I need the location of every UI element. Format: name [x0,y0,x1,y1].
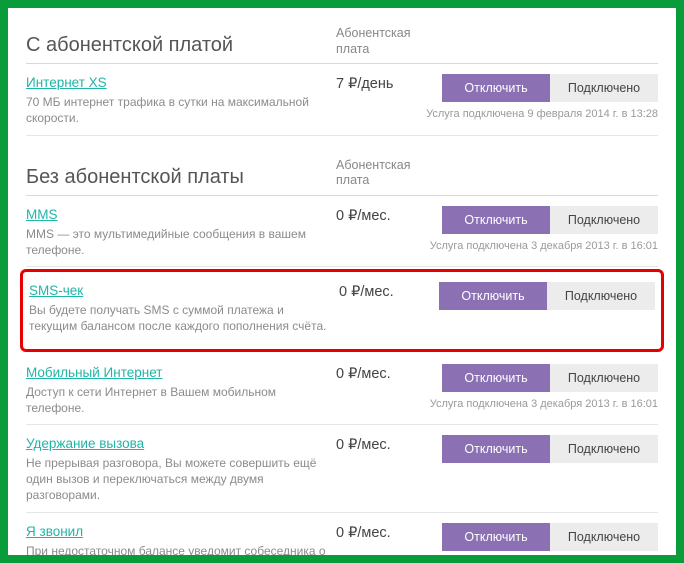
button-row: Отключить Подключено [439,282,655,310]
service-description: Не прерывая разговора, Вы можете соверши… [26,455,328,504]
connected-status: Подключено [550,206,658,234]
service-link-i-called[interactable]: Я звонил [26,524,83,539]
service-info: Удержание вызова Не прерывая разговора, … [26,435,336,504]
service-row: Мобильный Интернет Доступ к сети Интерне… [26,354,658,425]
service-actions: Отключить Подключено [426,523,658,551]
app-frame: С абонентской платой Абонентская плата И… [0,0,684,563]
section-title-free: Без абонентской платы [26,166,336,189]
service-row-highlighted: SMS-чек Вы будете получать SMS с суммой … [20,269,664,351]
service-actions: Отключить Подключено [426,435,658,463]
service-price: 7 ₽/день [336,74,426,92]
service-info: Мобильный Интернет Доступ к сети Интерне… [26,364,336,416]
section-header-free: Без абонентской платы Абонентская плата [26,150,658,196]
connection-note: Услуга подключена 3 декабря 2013 г. в 16… [430,398,658,410]
service-link-call-hold[interactable]: Удержание вызова [26,436,144,451]
service-link-internet-xs[interactable]: Интернет XS [26,75,107,90]
service-link-sms-chek[interactable]: SMS-чек [29,283,83,298]
connection-note: Услуга подключена 3 декабря 2013 г. в 16… [430,240,658,252]
connected-status: Подключено [547,282,655,310]
service-info: SMS-чек Вы будете получать SMS с суммой … [29,282,339,334]
service-actions: Отключить Подключено Услуга подключена 9… [426,74,658,120]
disconnect-button[interactable]: Отключить [442,364,550,392]
disconnect-button[interactable]: Отключить [442,523,550,551]
service-actions: Отключить Подключено Услуга подключена 3… [426,364,658,410]
connected-status: Подключено [550,74,658,102]
disconnect-button[interactable]: Отключить [442,74,550,102]
service-price: 0 ₽/мес. [336,435,426,453]
price-column-header: Абонентская плата [336,26,426,57]
section-title-paid: С абонентской платой [26,34,336,57]
service-info: MMS MMS — это мультимедийные сообщения в… [26,206,336,258]
disconnect-button[interactable]: Отключить [442,435,550,463]
service-description: MMS — это мультимедийные сообщения в ваш… [26,226,328,258]
service-price: 0 ₽/мес. [336,523,426,541]
service-row: MMS MMS — это мультимедийные сообщения в… [26,196,658,267]
service-price: 0 ₽/мес. [336,206,426,224]
button-row: Отключить Подключено [442,364,658,392]
disconnect-button[interactable]: Отключить [442,206,550,234]
section-gap [26,136,658,150]
connected-status: Подключено [550,523,658,551]
service-description: Доступ к сети Интернет в Вашем мобильном… [26,384,328,416]
service-row: Я звонил При недостаточном балансе уведо… [26,513,658,563]
button-row: Отключить Подключено [442,435,658,463]
connection-note: Услуга подключена 9 февраля 2014 г. в 13… [426,108,658,120]
service-info: Я звонил При недостаточном балансе уведо… [26,523,336,563]
button-row: Отключить Подключено [442,523,658,551]
service-description: 70 МБ интернет трафика в сутки на максим… [26,94,328,126]
connected-status: Подключено [550,435,658,463]
disconnect-button[interactable]: Отключить [439,282,547,310]
service-link-mobile-internet[interactable]: Мобильный Интернет [26,365,162,380]
service-price: 0 ₽/мес. [336,364,426,382]
service-row: Интернет XS 70 МБ интернет трафика в сут… [26,64,658,135]
section-header-paid: С абонентской платой Абонентская плата [26,18,658,64]
service-description: При недостаточном балансе уведомит собес… [26,543,328,563]
service-price: 0 ₽/мес. [339,282,429,300]
service-link-mms[interactable]: MMS [26,207,58,222]
service-description: Вы будете получать SMS с суммой платежа … [29,302,331,334]
service-row: Удержание вызова Не прерывая разговора, … [26,425,658,513]
service-actions: Отключить Подключено Услуга подключена 3… [426,206,658,252]
price-column-header: Абонентская плата [336,158,426,189]
button-row: Отключить Подключено [442,74,658,102]
button-row: Отключить Подключено [442,206,658,234]
service-actions: Отключить Подключено [429,282,655,310]
service-info: Интернет XS 70 МБ интернет трафика в сут… [26,74,336,126]
connected-status: Подключено [550,364,658,392]
